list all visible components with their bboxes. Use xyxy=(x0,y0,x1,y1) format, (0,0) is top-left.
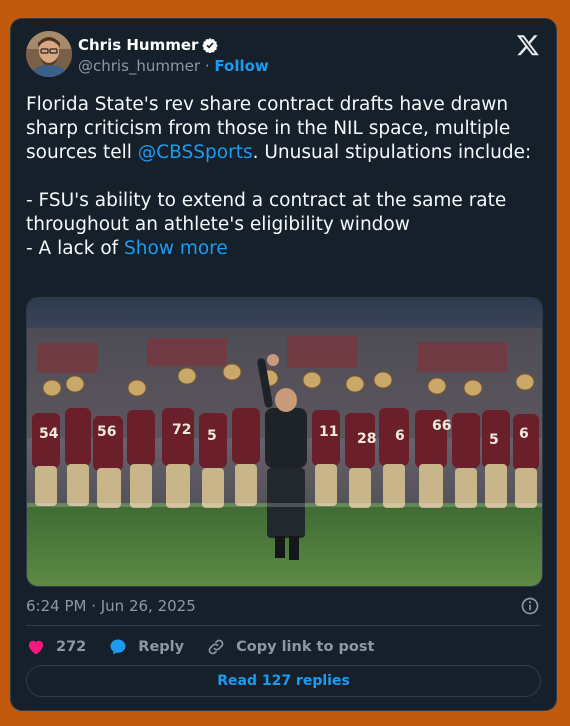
svg-text:28: 28 xyxy=(357,431,376,447)
svg-text:54: 54 xyxy=(39,426,59,442)
author-handle-row: @chris_hummer · Follow xyxy=(78,57,269,75)
verified-badge-icon xyxy=(202,38,219,53)
svg-text:6: 6 xyxy=(395,428,405,444)
tweet-actions: 272 Reply Copy link to post xyxy=(26,635,396,659)
avatar[interactable] xyxy=(26,31,72,77)
tweet-timestamp[interactable]: 6:24 PM · Jun 26, 2025 xyxy=(26,597,196,615)
svg-text:72: 72 xyxy=(172,422,191,438)
svg-text:66: 66 xyxy=(432,418,451,434)
reply-bubble-icon xyxy=(110,639,126,655)
tweet-card: Chris Hummer @chris_hummer · Follow Flor… xyxy=(10,18,557,711)
show-more-link[interactable]: Show more xyxy=(124,238,228,259)
copy-link-button[interactable]: Copy link to post xyxy=(206,637,374,657)
author-name-row: Chris Hummer xyxy=(78,36,219,54)
follow-button[interactable]: Follow xyxy=(214,57,268,75)
like-button[interactable]: 272 xyxy=(26,637,86,657)
svg-text:5: 5 xyxy=(207,428,217,444)
reply-button[interactable]: Reply xyxy=(108,637,184,657)
copy-link-label: Copy link to post xyxy=(236,639,375,655)
svg-text:5: 5 xyxy=(489,432,499,448)
heart-icon xyxy=(28,640,44,655)
mention-link[interactable]: @CBSSports xyxy=(138,142,253,163)
author-name[interactable]: Chris Hummer xyxy=(78,36,198,54)
read-replies-button[interactable]: Read 127 replies xyxy=(26,665,541,697)
separator-dot: · xyxy=(204,57,210,75)
link-icon xyxy=(208,639,224,655)
divider xyxy=(26,625,541,626)
like-count: 272 xyxy=(56,639,87,655)
tweet-text: Florida State's rev share contract draft… xyxy=(26,93,541,261)
tweet-photo[interactable]: 54 56 72 5 11 28 6 66 5 6 xyxy=(26,297,543,587)
author-handle[interactable]: @chris_hummer xyxy=(78,57,200,75)
reply-label: Reply xyxy=(138,639,185,655)
svg-text:11: 11 xyxy=(319,424,338,440)
svg-text:56: 56 xyxy=(97,424,116,440)
x-logo-icon[interactable] xyxy=(516,33,540,57)
info-icon[interactable] xyxy=(520,596,540,616)
svg-text:6: 6 xyxy=(519,426,529,442)
